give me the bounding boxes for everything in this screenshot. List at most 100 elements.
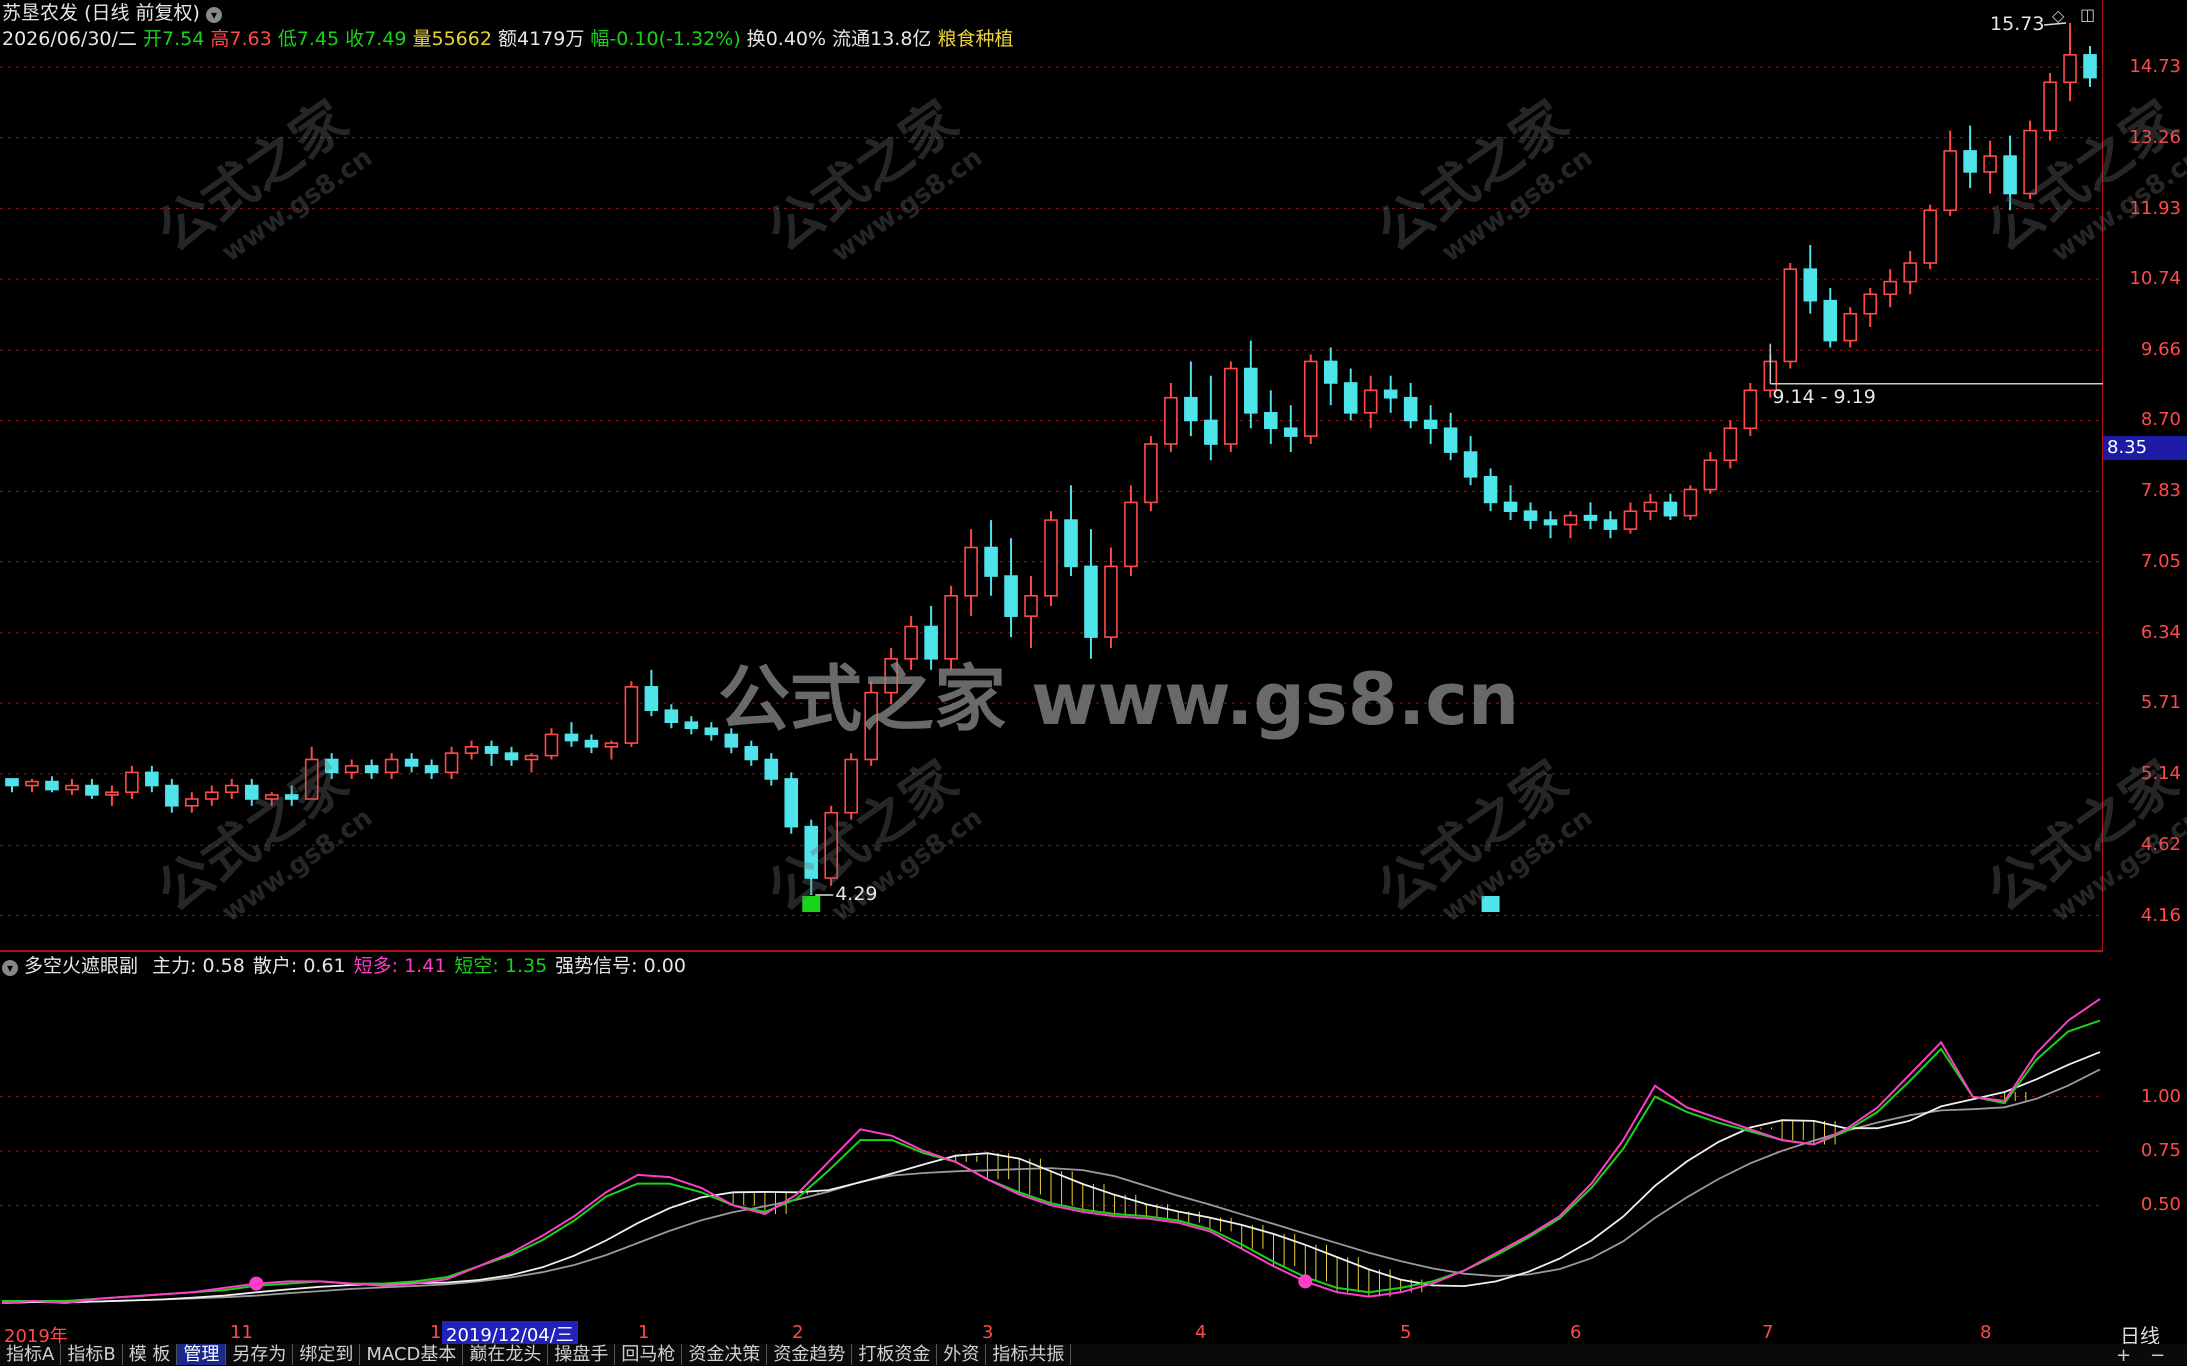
candle-body — [1563, 514, 1578, 526]
tab-item[interactable]: MACD基本 — [360, 1344, 464, 1365]
candle-body — [1923, 209, 1937, 264]
tab-item[interactable]: 资金趋势 — [767, 1344, 853, 1365]
candle-body — [584, 739, 599, 748]
tab-item[interactable]: 指标B — [61, 1344, 123, 1365]
candle-body — [2063, 54, 2077, 84]
candle-body — [1144, 443, 1158, 504]
candle-body — [1164, 396, 1178, 445]
date-tick-label: 1 — [638, 1322, 650, 1343]
price-tick-label: 7.83 — [2140, 480, 2181, 502]
candle-body — [1503, 501, 1518, 513]
candle-body — [1703, 459, 1718, 491]
candle-body — [1983, 155, 1997, 173]
candle-body — [744, 746, 759, 761]
range-label: 9.14 - 9.19 — [1772, 385, 1876, 408]
candle-body — [404, 758, 419, 767]
price-tick-label: 9.66 — [2140, 339, 2181, 361]
max-pointer — [2043, 22, 2067, 26]
price-tick-label: 14.73 — [2129, 56, 2181, 78]
candle-body — [464, 746, 479, 754]
watermark-big: 公式之家 www.gs8.cn — [718, 657, 1520, 741]
price-tick-label: 5.71 — [2140, 692, 2181, 714]
candle-body — [1543, 519, 1558, 526]
tab-item[interactable]: 操盘手 — [548, 1344, 616, 1365]
tab-item[interactable]: 模 板 — [123, 1344, 178, 1365]
date-tick-label: 6 — [1570, 1322, 1582, 1343]
candle-body — [25, 780, 39, 787]
candle-body — [604, 742, 619, 748]
candle-body — [1623, 510, 1638, 530]
current-price-tag: 8.35 — [2103, 436, 2187, 461]
candle-body — [1663, 501, 1678, 517]
candle-body — [444, 752, 459, 774]
candle-body — [384, 758, 399, 774]
price-tick-label: 10.74 — [2129, 268, 2181, 290]
candle-body — [1783, 268, 1798, 363]
signal-dot — [249, 1276, 264, 1291]
tab-item[interactable]: 外资 — [937, 1344, 987, 1365]
tab-item[interactable]: 资金决策 — [682, 1344, 768, 1365]
date-tick-label: 11 — [230, 1322, 253, 1343]
tab-item[interactable]: 指标A — [0, 1344, 62, 1365]
candle-body — [1583, 514, 1598, 521]
indicator-tabs: 指标A 指标B 模 板管理 另存为 绑定到 MACD基本 巅在龙头 操盘手 回马枪 资金决策 资金趋… — [0, 1344, 2187, 1365]
candle-body — [1244, 367, 1258, 414]
candle-body — [1723, 427, 1738, 462]
candle-body — [1343, 382, 1358, 414]
candle-body — [504, 752, 519, 761]
candle-body — [165, 784, 179, 807]
date-tick-label: 4 — [1195, 1322, 1207, 1343]
candle-body — [644, 686, 659, 712]
indicator-tick-label: 1.00 — [2140, 1085, 2181, 1107]
candle-body — [1303, 360, 1318, 437]
candle-body — [1004, 575, 1018, 617]
candle-body — [1643, 501, 1658, 513]
tab-item[interactable]: 绑定到 — [293, 1344, 361, 1365]
tab-item[interactable]: 巅在龙头 — [463, 1344, 549, 1365]
candle-body — [1523, 510, 1538, 521]
line-series-short-bear — [2, 1019, 2101, 1302]
candle-body — [1184, 396, 1198, 422]
tab-item[interactable]: 另存为 — [226, 1344, 294, 1365]
indicator-chart[interactable] — [0, 952, 2103, 1322]
candle-body — [1603, 519, 1618, 530]
candle-body — [5, 778, 19, 787]
candle-body — [484, 746, 499, 754]
candle-body — [1483, 475, 1498, 504]
candle-body — [1224, 367, 1238, 445]
candle-body — [1963, 150, 1977, 173]
candle-body — [704, 727, 719, 736]
candle-body — [105, 791, 119, 796]
candle-body — [1743, 389, 1758, 430]
candle-body — [1423, 419, 1438, 430]
tab-item[interactable]: 回马枪 — [615, 1344, 683, 1365]
tab-item[interactable]: 打板资金 — [852, 1344, 938, 1365]
tab-item[interactable]: 管理 — [177, 1344, 227, 1365]
candle-body — [1863, 293, 1878, 315]
candle-body — [344, 765, 359, 774]
candle-body — [205, 791, 219, 800]
candle-body — [145, 771, 159, 787]
candle-body — [125, 771, 139, 794]
signal-dot — [1298, 1274, 1313, 1289]
date-tick-label: 5 — [1400, 1322, 1412, 1343]
candle-body — [624, 686, 639, 744]
candle-body — [1823, 299, 1838, 342]
candle-body — [1843, 312, 1858, 342]
candle-body — [1803, 268, 1818, 302]
candle-body — [1903, 262, 1917, 283]
candle-body — [1403, 396, 1418, 422]
candle-body — [664, 709, 679, 723]
candle-body — [1263, 412, 1278, 430]
min-price-label: 4.29 — [835, 883, 878, 906]
date-tick-label: 8 — [1980, 1322, 1992, 1343]
add-icon[interactable]: + — [2116, 1345, 2131, 1366]
minus-icon[interactable]: − — [2150, 1345, 2165, 1366]
candle-body — [984, 546, 998, 577]
indicator-tick-label: 0.75 — [2140, 1140, 2181, 1161]
candle-body — [65, 784, 79, 791]
candle-body — [564, 733, 579, 742]
candle-body — [1104, 565, 1118, 638]
candle-body — [1024, 595, 1038, 617]
tab-item[interactable]: 指标共振 — [986, 1344, 1072, 1365]
